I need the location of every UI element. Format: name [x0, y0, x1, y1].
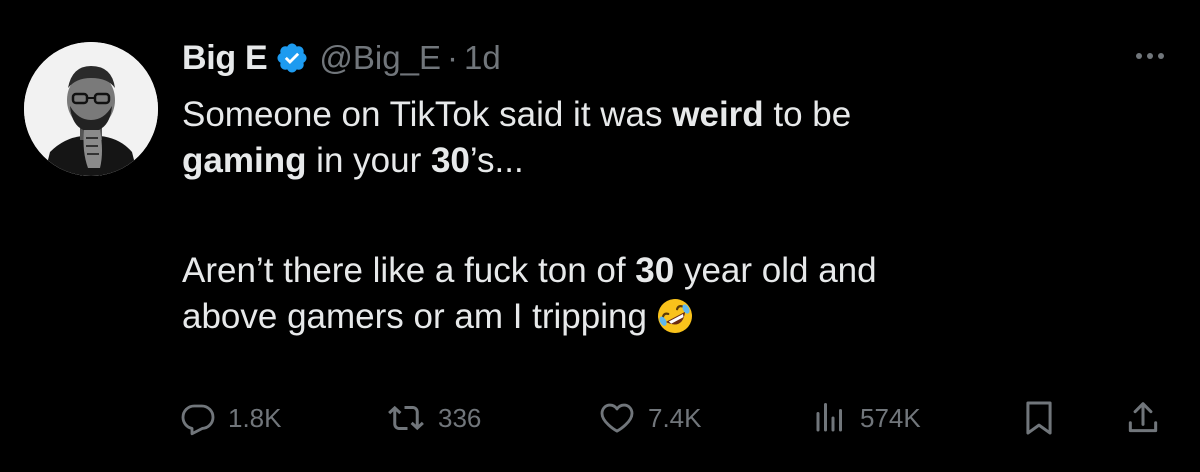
- action-bar: 1.8K 336 7.4K 574K: [0, 396, 1200, 440]
- repost-button[interactable]: 336: [386, 396, 481, 440]
- verified-badge-icon: [275, 41, 309, 75]
- share-button[interactable]: [1124, 396, 1162, 440]
- tweet-card[interactable]: Big E @Big_E · 1d Someone on TikTok said…: [0, 0, 1200, 472]
- avatar[interactable]: [24, 42, 158, 176]
- more-dots-icon[interactable]: [1126, 44, 1174, 68]
- tweet-text: Someone on TikTok said it was weird to b…: [182, 92, 1162, 340]
- views-count: 574K: [860, 402, 921, 433]
- repost-count: 336: [438, 402, 482, 433]
- author-name[interactable]: Big E: [182, 39, 268, 78]
- repost-icon: [386, 400, 426, 436]
- like-count: 7.4K: [648, 402, 702, 433]
- share-icon: [1124, 398, 1162, 438]
- tweet-line: Someone on TikTok said it was weird to b…: [182, 95, 852, 134]
- tweet-header: Big E @Big_E · 1d: [182, 34, 501, 82]
- views-button[interactable]: 574K: [812, 396, 921, 440]
- heart-icon: [598, 400, 636, 436]
- bookmark-icon: [1020, 398, 1058, 438]
- separator-dot: ·: [446, 39, 458, 76]
- reply-icon: [180, 400, 216, 436]
- bookmark-button[interactable]: [1020, 396, 1058, 440]
- views-icon: [812, 400, 848, 436]
- author-handle[interactable]: @Big_E: [319, 39, 441, 77]
- reply-button[interactable]: 1.8K: [180, 396, 282, 440]
- rofl-emoji-icon: [655, 296, 695, 336]
- tweet-line: gaming in your 30’s...: [182, 141, 524, 180]
- like-button[interactable]: 7.4K: [598, 396, 702, 440]
- tweet-timestamp[interactable]: 1d: [464, 39, 501, 77]
- tweet-line: above gamers or am I tripping: [182, 294, 1162, 340]
- tweet-line: Aren’t there like a fuck ton of 30 year …: [182, 251, 877, 290]
- reply-count: 1.8K: [228, 402, 282, 433]
